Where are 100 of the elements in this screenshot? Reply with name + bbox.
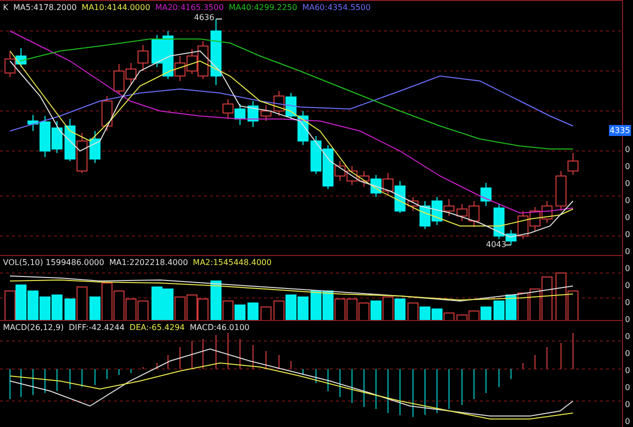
volume-bar [334, 298, 346, 321]
indicator-legend: MACD:46.0100 [190, 323, 250, 333]
volume-bar [152, 286, 162, 321]
indicator-legend: MA40:4299.2250 [228, 3, 298, 13]
high-price-label: 4636 [194, 13, 214, 23]
rising-candle [260, 104, 272, 122]
volume-bar [16, 284, 26, 321]
volume-bar [162, 288, 174, 321]
indicator-legend: MA5:4178.2000 [13, 3, 77, 13]
falling-candle [210, 18, 222, 86]
volume-bar [174, 296, 186, 321]
side-value: 0 [625, 349, 632, 359]
volume-bar [198, 298, 208, 321]
current-price-tag: 4335 [608, 125, 632, 136]
leader-line [216, 18, 222, 20]
rising-candle [408, 196, 418, 212]
falling-candle [370, 174, 382, 198]
side-value: 0 [625, 366, 632, 376]
indicator-legend: DEA:-65.4294 [130, 323, 185, 333]
leader-line [504, 244, 512, 246]
rising-candle [76, 132, 88, 174]
volume-bar [298, 296, 308, 321]
volume-bar [40, 296, 50, 321]
rising-candle [346, 166, 358, 186]
rising-candle [542, 200, 552, 224]
volume-bar [394, 298, 406, 321]
side-value: 0 [625, 247, 632, 257]
volume-bar [52, 294, 62, 321]
side-value: 0 [625, 281, 632, 291]
side-value: 0 [625, 196, 632, 206]
indicator-legend: MA2:1545448.4000 [192, 258, 272, 268]
falling-candle [64, 118, 76, 162]
side-value: 0 [625, 417, 632, 427]
volume-bar [234, 304, 246, 321]
falling-candle [310, 136, 322, 174]
falling-candle [234, 104, 246, 126]
volume-bar [518, 292, 528, 321]
indicator-legend: MA1:2202218.4000 [109, 258, 188, 268]
rising-candle [530, 206, 540, 232]
volume-bar [114, 290, 124, 321]
rising-candle [334, 160, 346, 182]
rising-candle [138, 44, 148, 72]
volume-bar [322, 290, 334, 321]
falling-candle [394, 180, 406, 214]
side-value: 0 [625, 315, 632, 325]
rising-candle [518, 210, 528, 240]
rising-candle [126, 62, 136, 86]
volume-bar [346, 298, 358, 321]
volume-bar [4, 290, 16, 321]
side-value: 0 [625, 298, 632, 308]
falling-candle [322, 144, 334, 190]
falling-candle [420, 200, 430, 230]
falling-candle [432, 196, 442, 226]
volume-bar [370, 300, 382, 321]
rising-candle [102, 96, 112, 132]
rising-candle [274, 90, 284, 116]
volume-bar [274, 300, 284, 321]
low-price-label: 4043 [486, 240, 506, 250]
side-value: 0 [625, 179, 632, 189]
chart-prefix: K [3, 3, 8, 13]
volume-bar [286, 294, 296, 321]
indicator-legend: MA60:4354.5500 [302, 3, 371, 13]
rising-candle [222, 98, 234, 120]
volume-bar [480, 306, 492, 321]
rising-candle [4, 50, 16, 78]
falling-candle [16, 48, 26, 68]
indicator-legend: DIFF:-42.4244 [68, 323, 125, 333]
volume-bar [408, 302, 418, 321]
volume-bar [506, 294, 516, 321]
indicator-legend: MACD(26,12,9) [3, 323, 64, 333]
rising-candle [382, 172, 394, 196]
side-value: 0 [625, 230, 632, 240]
side-value: 0 [625, 213, 632, 223]
side-value: 0 [625, 332, 632, 342]
volume-bar [28, 290, 38, 321]
volume-bar [248, 302, 258, 321]
falling-candle [90, 130, 100, 164]
volume-bar [358, 302, 370, 321]
side-value: 0 [625, 264, 632, 274]
falling-candle [480, 182, 492, 206]
rising-candle [114, 64, 124, 94]
volume-bar [530, 288, 540, 321]
side-value: 0 [625, 162, 632, 172]
rising-candle [444, 198, 454, 216]
falling-candle [52, 120, 62, 154]
volume-bar [310, 290, 322, 321]
volume-bar [138, 300, 148, 321]
side-value: 0 [625, 400, 632, 410]
side-value: 0 [625, 145, 632, 155]
volume-bar [494, 300, 504, 321]
indicator-legend: MA10:4144.0000 [82, 3, 150, 13]
rising-candle [174, 56, 186, 82]
side-value: 0 [625, 383, 632, 393]
volume-bar [382, 296, 394, 321]
rising-candle [358, 170, 370, 188]
volume-bar [186, 294, 198, 321]
volume-bar [260, 306, 272, 321]
volume-bar [420, 306, 430, 321]
falling-candle [248, 100, 258, 128]
volume-bar [126, 298, 136, 321]
